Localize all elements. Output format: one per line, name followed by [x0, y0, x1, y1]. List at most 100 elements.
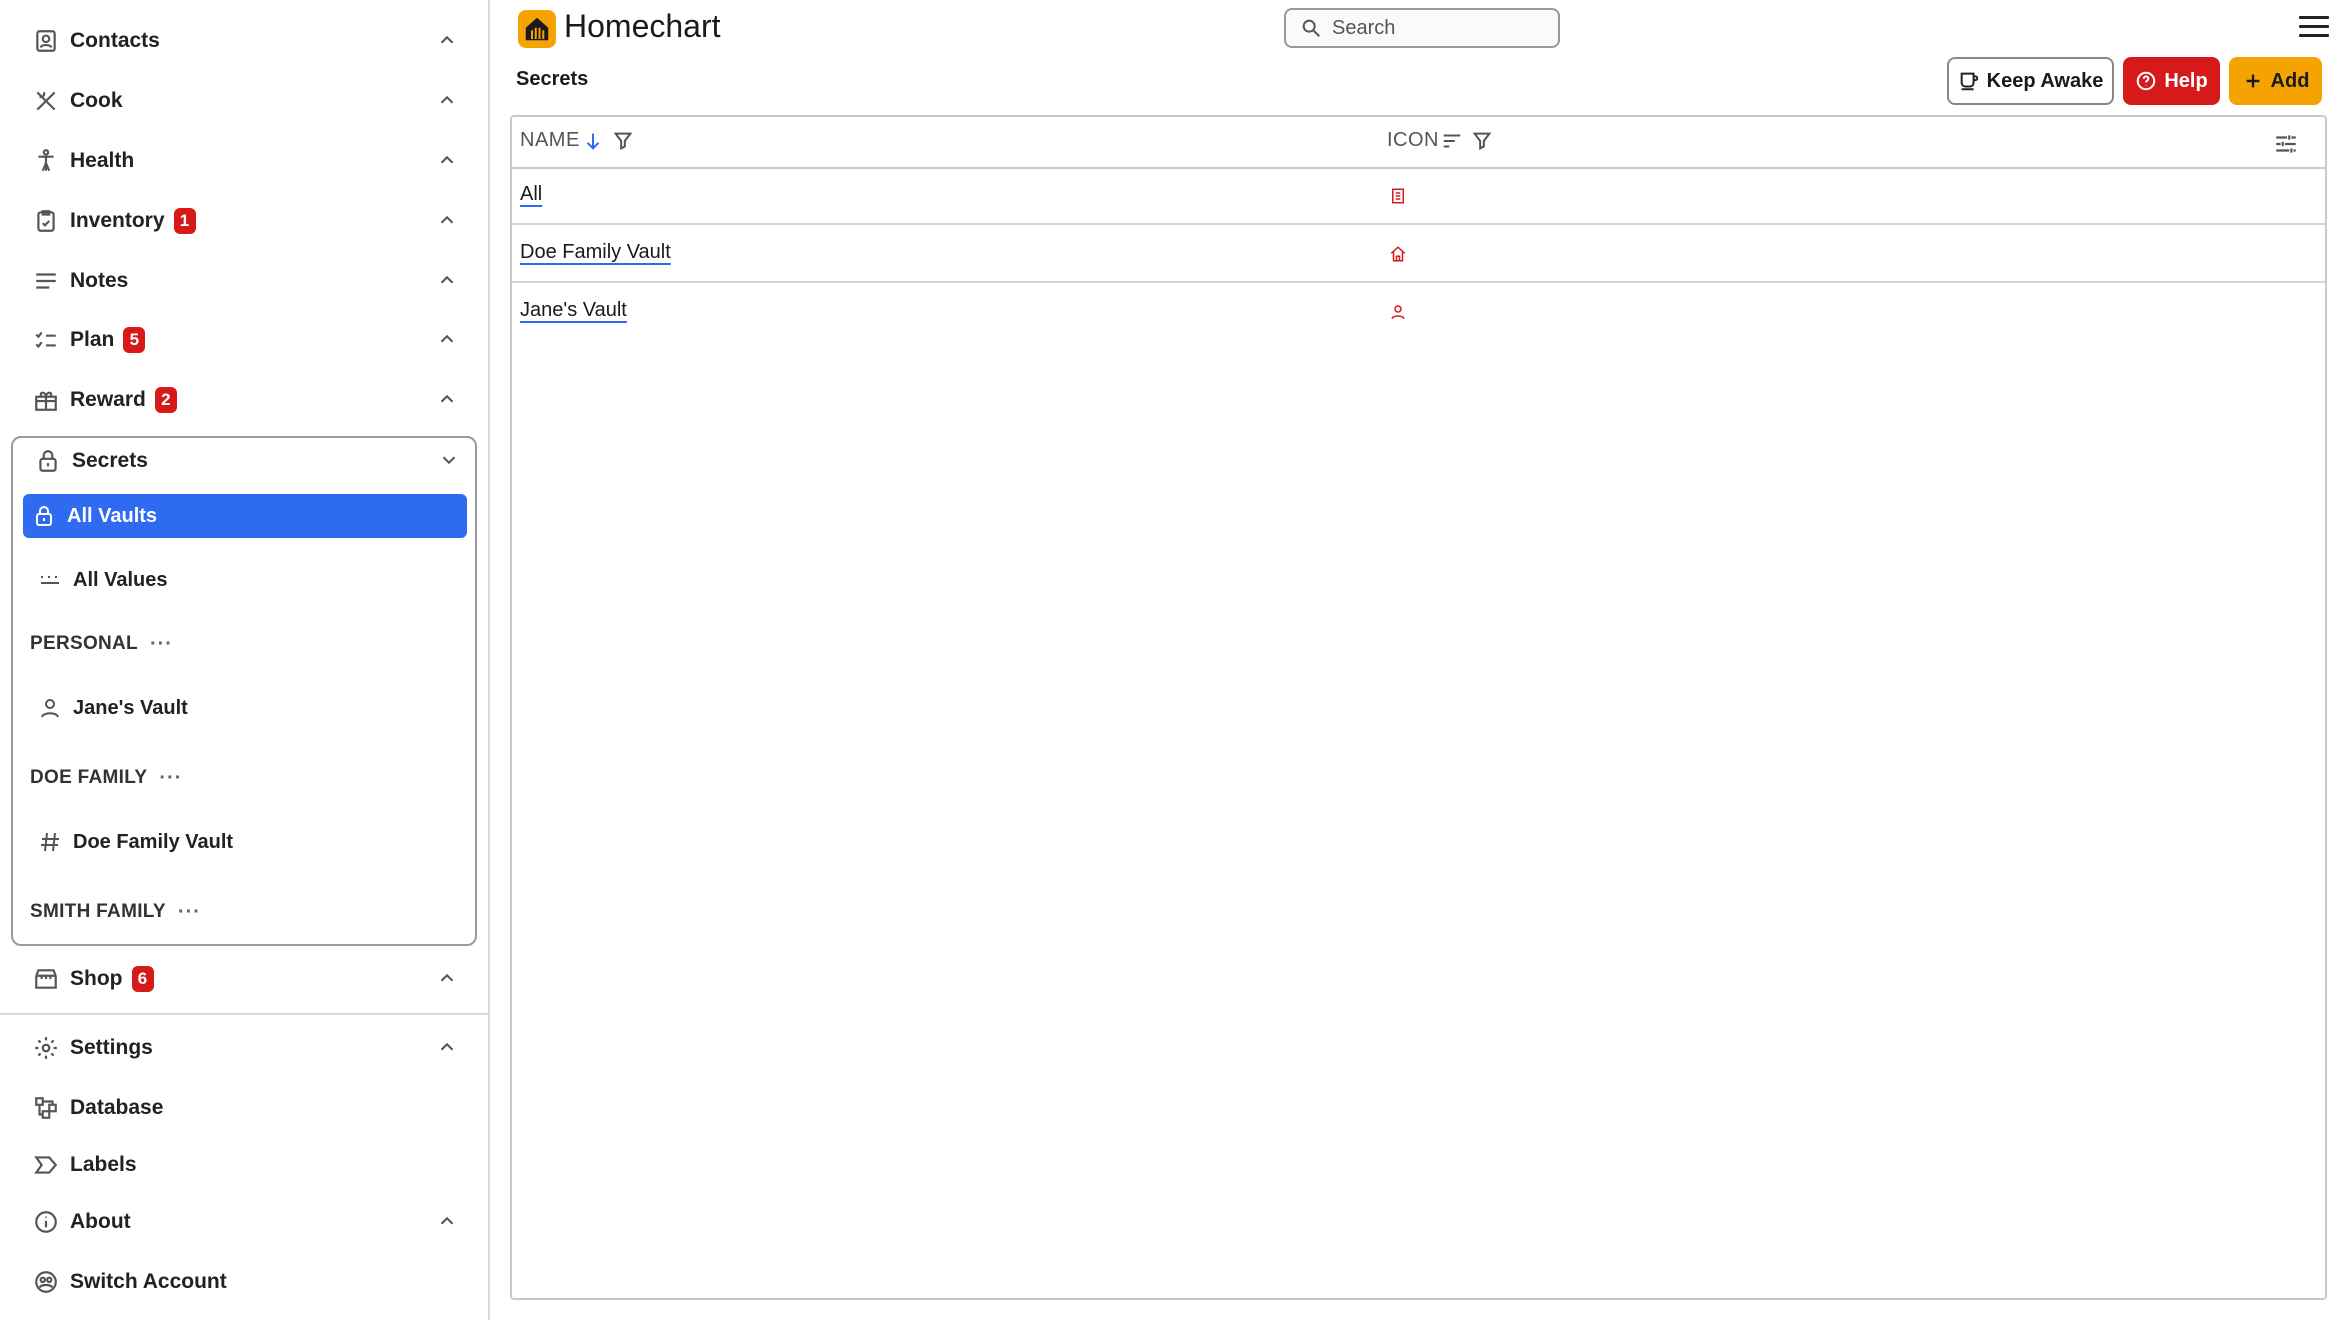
- table-header: NAME ICON: [512, 117, 2325, 169]
- sidebar: Contacts Cook Health Inventory 1 Notes P…: [0, 0, 490, 1320]
- add-label: Add: [2270, 69, 2310, 92]
- group-header-smith-family: SMITH FAMILY ···: [30, 892, 201, 932]
- hamburger-menu-icon[interactable]: [2299, 16, 2329, 42]
- chevron-up-icon[interactable]: [436, 89, 460, 113]
- sidebar-item-label: Labels: [70, 1153, 137, 1176]
- person-icon: [30, 145, 62, 177]
- sidebar-item-label: Health: [70, 149, 135, 172]
- homechart-logo-icon[interactable]: [518, 10, 556, 48]
- house-icon: [1389, 245, 1407, 263]
- group-header-label: DOE FAMILY: [30, 767, 148, 788]
- sidebar-item-cook[interactable]: Cook: [30, 78, 460, 124]
- chevron-down-icon[interactable]: [438, 449, 462, 473]
- sidebar-item-inventory[interactable]: Inventory 1: [30, 198, 460, 244]
- add-button[interactable]: Add: [2229, 57, 2322, 105]
- app-header: Homechart: [490, 0, 2347, 60]
- sidebar-item-reward[interactable]: Reward 2: [30, 377, 460, 423]
- table-row[interactable]: All: [512, 169, 2325, 225]
- sidebar-item-labels[interactable]: Labels: [30, 1142, 460, 1188]
- chevron-up-icon[interactable]: [436, 328, 460, 352]
- keep-awake-button[interactable]: Keep Awake: [1947, 57, 2114, 105]
- sidebar-item-settings[interactable]: Settings: [30, 1025, 460, 1071]
- clipboard-icon: [30, 205, 62, 237]
- sidebar-item-label: Switch Account: [70, 1270, 227, 1293]
- sidebar-item-label: All Values: [73, 568, 168, 591]
- sidebar-item-label: Shop: [70, 967, 123, 990]
- group-header-personal: PERSONAL ···: [30, 624, 173, 664]
- group-header-doe-family: DOE FAMILY ···: [30, 758, 182, 798]
- chevron-up-icon[interactable]: [436, 967, 460, 991]
- sidebar-item-all-values[interactable]: All Values: [35, 558, 477, 602]
- table-row[interactable]: Doe Family Vault: [512, 227, 2325, 283]
- keep-awake-label: Keep Awake: [1986, 69, 2104, 92]
- checklist-icon: [30, 324, 62, 356]
- column-header-name[interactable]: NAME: [520, 129, 634, 152]
- table-settings-icon[interactable]: [2273, 131, 2299, 157]
- vault-name-link[interactable]: Jane's Vault: [520, 299, 627, 322]
- sidebar-item-label: Contacts: [70, 29, 160, 52]
- sidebar-item-label: Settings: [70, 1036, 153, 1059]
- sidebar-item-contacts[interactable]: Contacts: [30, 18, 460, 64]
- switch-account-icon: [30, 1266, 62, 1298]
- sidebar-item-secrets[interactable]: Secrets: [32, 438, 462, 484]
- sidebar-item-database[interactable]: Database: [30, 1085, 460, 1131]
- vault-name-link[interactable]: Doe Family Vault: [520, 241, 671, 264]
- sidebar-item-plan[interactable]: Plan 5: [30, 317, 460, 363]
- sidebar-item-shop[interactable]: Shop 6: [30, 956, 460, 1002]
- chevron-up-icon[interactable]: [436, 149, 460, 173]
- search-box[interactable]: [1284, 8, 1560, 48]
- reward-badge: 2: [154, 387, 177, 413]
- column-label: ICON: [1387, 129, 1439, 151]
- sidebar-item-about[interactable]: About: [30, 1199, 460, 1245]
- contacts-icon: [30, 25, 62, 57]
- inventory-badge: 1: [173, 208, 196, 234]
- chevron-up-icon[interactable]: [436, 388, 460, 412]
- secrets-group: Secrets All Vaults All Values PERSONAL ·…: [11, 436, 477, 946]
- search-input[interactable]: [1332, 16, 1532, 40]
- info-icon: [30, 1206, 62, 1238]
- table-row[interactable]: Jane's Vault: [512, 285, 2325, 341]
- filter-icon[interactable]: [1471, 130, 1493, 152]
- chevron-up-icon[interactable]: [436, 1036, 460, 1060]
- help-button[interactable]: Help: [2123, 57, 2220, 105]
- sidebar-item-label: Secrets: [72, 449, 148, 472]
- help-label: Help: [2164, 69, 2208, 92]
- vault-name-link[interactable]: All: [520, 183, 542, 206]
- page-title: Secrets: [516, 68, 589, 90]
- plus-icon: [2246, 74, 2259, 88]
- help-circle-icon: [2137, 71, 2156, 91]
- sort-lines-icon[interactable]: [1441, 130, 1463, 152]
- more-icon[interactable]: ···: [150, 633, 173, 656]
- app-title[interactable]: Homechart: [564, 8, 721, 45]
- sort-arrow-down-icon[interactable]: [582, 130, 604, 152]
- sidebar-item-all-vaults[interactable]: All Vaults: [23, 494, 467, 538]
- user-icon: [1389, 303, 1407, 321]
- dots-icon: [35, 565, 65, 595]
- sidebar-item-health[interactable]: Health: [30, 138, 460, 184]
- shop-badge: 6: [131, 966, 154, 992]
- chevron-up-icon[interactable]: [436, 29, 460, 53]
- sidebar-item-label: Doe Family Vault: [73, 830, 234, 853]
- sidebar-item-janes-vault[interactable]: Jane's Vault: [35, 686, 477, 730]
- sidebar-item-doe-family-vault[interactable]: Doe Family Vault: [35, 820, 477, 864]
- more-icon[interactable]: ···: [178, 901, 201, 924]
- sidebar-item-label: Database: [70, 1096, 164, 1119]
- more-icon[interactable]: ···: [159, 767, 182, 790]
- user-icon: [35, 693, 65, 723]
- search-icon: [1302, 19, 1320, 37]
- sidebar-item-notes[interactable]: Notes: [30, 258, 460, 304]
- sidebar-item-label: Cook: [70, 89, 123, 112]
- sidebar-item-switch-account[interactable]: Switch Account: [30, 1259, 460, 1305]
- gift-icon: [30, 384, 62, 416]
- chevron-up-icon[interactable]: [436, 269, 460, 293]
- sidebar-item-label: About: [70, 1210, 131, 1233]
- chevron-up-icon[interactable]: [436, 209, 460, 233]
- chevron-up-icon[interactable]: [436, 1210, 460, 1234]
- lock-icon: [32, 445, 64, 477]
- label-icon: [30, 1149, 62, 1181]
- column-header-icon[interactable]: ICON: [1387, 129, 1493, 152]
- sidebar-item-label: Inventory: [70, 209, 165, 232]
- store-icon: [30, 963, 62, 995]
- filter-icon[interactable]: [612, 130, 634, 152]
- sidebar-item-label: All Vaults: [67, 504, 158, 527]
